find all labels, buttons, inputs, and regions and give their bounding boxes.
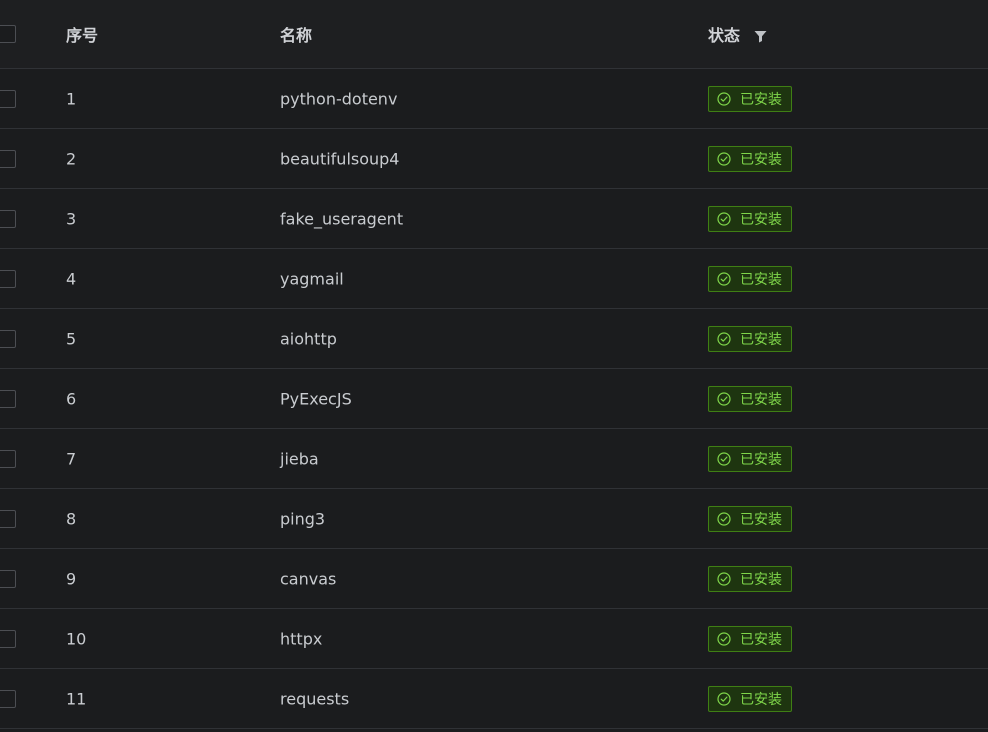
package-name: jieba — [280, 449, 319, 468]
column-header-name: 名称 — [280, 26, 313, 45]
row-index: 8 — [66, 509, 77, 528]
filter-icon[interactable] — [754, 30, 767, 43]
status-cell: 已安装 — [708, 565, 792, 592]
status-badge: 已安装 — [708, 625, 792, 652]
package-name: canvas — [280, 569, 337, 588]
check-circle-icon — [717, 631, 731, 646]
table-row: 9 canvas 已安装 — [0, 549, 988, 609]
status-cell: 已安装 — [708, 265, 792, 292]
package-name: ping3 — [280, 509, 326, 528]
status-badge: 已安装 — [708, 85, 792, 112]
row-index: 9 — [66, 569, 77, 588]
package-name: yagmail — [280, 269, 344, 288]
status-label: 已安装 — [740, 151, 782, 168]
check-circle-icon — [717, 151, 731, 166]
row-checkbox[interactable] — [0, 89, 16, 108]
status-cell: 已安装 — [708, 205, 792, 232]
status-cell: 已安装 — [708, 85, 792, 112]
table-row: 8 ping3 已安装 — [0, 489, 988, 549]
check-circle-icon — [717, 511, 731, 526]
check-circle-icon — [717, 331, 731, 346]
status-cell: 已安装 — [708, 145, 792, 172]
row-checkbox[interactable] — [0, 209, 16, 228]
row-checkbox[interactable] — [0, 269, 16, 288]
table-row: 7 jieba 已安装 — [0, 429, 988, 489]
status-badge: 已安装 — [708, 565, 792, 592]
status-label: 已安装 — [740, 691, 782, 708]
table-body: 1 python-dotenv 已安装 2 beautifulsoup4 已安装 3 fake… — [0, 69, 988, 729]
row-index: 10 — [66, 629, 87, 648]
status-badge: 已安装 — [708, 505, 792, 532]
table-row: 3 fake_useragent 已安装 — [0, 189, 988, 249]
row-checkbox[interactable] — [0, 389, 16, 408]
status-badge: 已安装 — [708, 445, 792, 472]
row-checkbox[interactable] — [0, 569, 16, 588]
status-badge: 已安装 — [708, 385, 792, 412]
column-header-status: 状态 — [708, 22, 767, 46]
row-checkbox[interactable] — [0, 689, 16, 708]
row-index: 5 — [66, 329, 77, 348]
row-index: 1 — [66, 89, 77, 108]
check-circle-icon — [717, 211, 731, 226]
status-label: 已安装 — [740, 391, 782, 408]
table-row: 1 python-dotenv 已安装 — [0, 69, 988, 129]
package-name: beautifulsoup4 — [280, 149, 400, 168]
row-index: 11 — [66, 689, 87, 708]
status-badge: 已安装 — [708, 205, 792, 232]
table-row: 5 aiohttp 已安装 — [0, 309, 988, 369]
row-checkbox[interactable] — [0, 449, 16, 468]
status-cell: 已安装 — [708, 685, 792, 712]
status-label: 已安装 — [740, 331, 782, 348]
row-checkbox[interactable] — [0, 509, 16, 528]
status-cell: 已安装 — [708, 625, 792, 652]
package-name: fake_useragent — [280, 209, 404, 228]
check-circle-icon — [717, 691, 731, 706]
package-name: requests — [280, 689, 350, 708]
row-checkbox[interactable] — [0, 629, 16, 648]
select-all-checkbox[interactable] — [0, 25, 16, 43]
row-index: 4 — [66, 269, 77, 288]
check-circle-icon — [717, 451, 731, 466]
table-row: 10 httpx 已安装 — [0, 609, 988, 669]
table-header: 序号 名称 状态 — [0, 0, 988, 69]
package-table: 序号 名称 状态 1 python-dotenv 已安装 2 beautifulsoup… — [0, 0, 988, 729]
check-circle-icon — [717, 271, 731, 286]
status-badge: 已安装 — [708, 325, 792, 352]
status-label: 已安装 — [740, 511, 782, 528]
status-label: 已安装 — [740, 631, 782, 648]
status-label: 已安装 — [740, 571, 782, 588]
row-index: 3 — [66, 209, 77, 228]
table-row: 2 beautifulsoup4 已安装 — [0, 129, 988, 189]
package-name: python-dotenv — [280, 89, 398, 108]
status-cell: 已安装 — [708, 445, 792, 472]
row-index: 2 — [66, 149, 77, 168]
status-cell: 已安装 — [708, 325, 792, 352]
status-cell: 已安装 — [708, 385, 792, 412]
status-label: 已安装 — [740, 211, 782, 228]
check-circle-icon — [717, 91, 731, 106]
status-label: 已安装 — [740, 91, 782, 108]
check-circle-icon — [717, 391, 731, 406]
status-badge: 已安装 — [708, 145, 792, 172]
package-name: httpx — [280, 629, 323, 648]
table-row: 6 PyExecJS 已安装 — [0, 369, 988, 429]
package-name: PyExecJS — [280, 389, 352, 408]
column-header-index: 序号 — [66, 26, 99, 45]
table-row: 4 yagmail 已安装 — [0, 249, 988, 309]
check-circle-icon — [717, 571, 731, 586]
status-label: 已安装 — [740, 451, 782, 468]
row-checkbox[interactable] — [0, 149, 16, 168]
status-label: 已安装 — [740, 271, 782, 288]
package-name: aiohttp — [280, 329, 337, 348]
row-index: 6 — [66, 389, 77, 408]
status-badge: 已安装 — [708, 685, 792, 712]
table-row: 11 requests 已安装 — [0, 669, 988, 729]
status-cell: 已安装 — [708, 505, 792, 532]
row-index: 7 — [66, 449, 77, 468]
row-checkbox[interactable] — [0, 329, 16, 348]
status-badge: 已安装 — [708, 265, 792, 292]
column-header-status-label: 状态 — [708, 26, 741, 45]
